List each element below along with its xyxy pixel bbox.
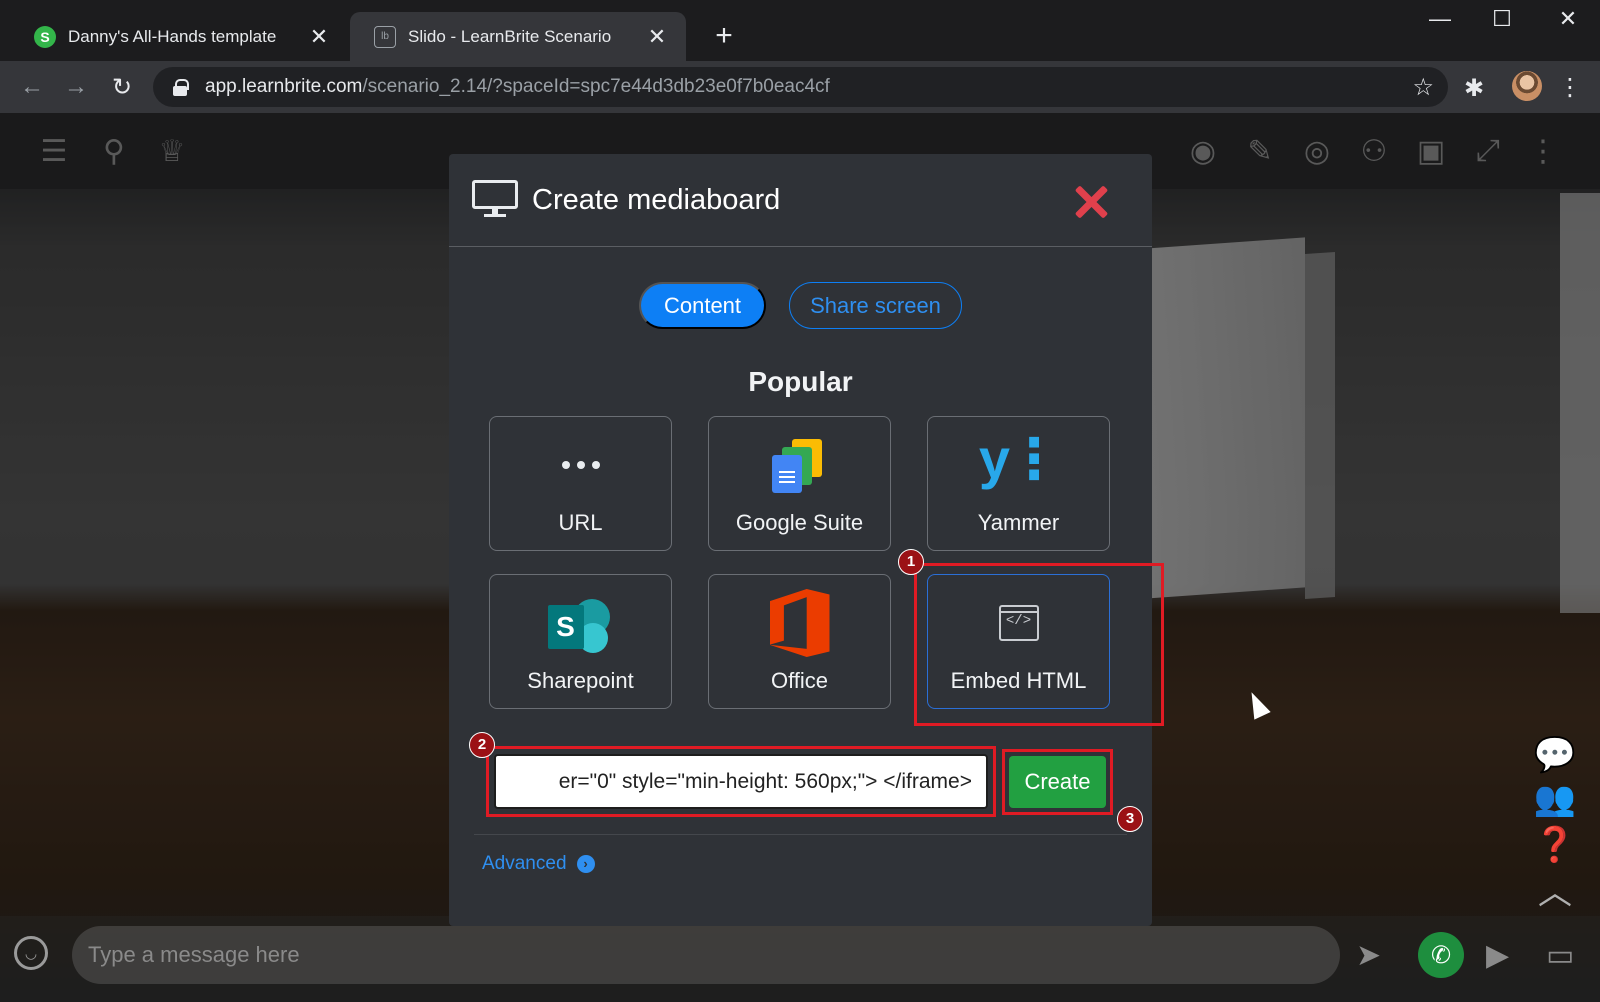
bookmark-star-icon[interactable]: ☆	[1412, 73, 1434, 102]
emoji-icon[interactable]: ◡	[14, 936, 48, 970]
reload-icon[interactable]: ↻	[104, 69, 140, 105]
annotation-badge-1: 1	[898, 549, 924, 575]
video-camera-icon[interactable]: ▶	[1486, 930, 1509, 980]
tile-office[interactable]: Office	[708, 574, 891, 709]
tab-share-screen[interactable]: Share screen	[789, 282, 962, 329]
sharepoint-icon: S	[547, 597, 614, 657]
forward-arrow-icon[interactable]: →	[58, 69, 94, 105]
tile-label: Office	[770, 668, 829, 693]
tab-content[interactable]: Content	[639, 282, 766, 329]
annotation-badge-3: 3	[1117, 806, 1143, 832]
tile-url[interactable]: URL	[489, 416, 672, 551]
tab-slido-learnbrite[interactable]: lb Slido - LearnBrite Scenario ✕	[350, 12, 686, 61]
extensions-puzzle-icon[interactable]: ✱	[1464, 74, 1484, 103]
office-icon	[769, 589, 830, 657]
yammer-icon: y⋮	[978, 427, 1062, 490]
tile-label: Sharepoint	[527, 668, 634, 693]
tab-close-icon[interactable]: ✕	[646, 24, 668, 50]
minimize-button[interactable]: —	[1420, 6, 1460, 32]
window-close-button[interactable]: ✕	[1548, 6, 1588, 32]
maximize-button[interactable]: ☐	[1482, 6, 1522, 32]
back-arrow-icon[interactable]: ←	[14, 69, 50, 105]
address-bar[interactable]: app.learnbrite.com/scenario_2.14/?spaceI…	[153, 67, 1448, 107]
chevron-up-icon[interactable]: ︿	[1530, 865, 1580, 912]
learnbrite-favicon-icon: lb	[374, 25, 396, 48]
tab-title: Danny's All-Hands template	[68, 26, 277, 46]
section-title: Popular	[748, 366, 853, 397]
google-suite-icon	[770, 439, 830, 495]
advanced-link[interactable]: Advanced ›	[482, 853, 595, 875]
annotation-box-2	[486, 746, 996, 817]
monitor-icon	[472, 180, 518, 217]
slido-favicon-icon: S	[34, 25, 56, 48]
learnbrite-scene: ☰ ⚲ ♕ ◉ ✎ ◎ ⚇ ▣ ⤢ ⋮ 💬 👥 ❓ ︿ ◡ ➤ ✆ ▶ ▭ Cr…	[0, 113, 1600, 1002]
chat-bar: ◡ ➤ ✆ ▶ ▭	[0, 916, 1600, 1002]
url-text: app.learnbrite.com/scenario_2.14/?spaceI…	[205, 76, 830, 97]
tab-title: Slido - LearnBrite Scenario	[408, 26, 612, 46]
create-mediaboard-dialog: Create mediaboard Content Share screen P…	[449, 154, 1164, 926]
tile-label: URL	[558, 510, 603, 535]
browser-menu-icon[interactable]: ⋮	[1558, 73, 1582, 102]
screen-share-icon[interactable]: ▭	[1546, 930, 1574, 980]
lock-icon	[173, 79, 189, 96]
advanced-label: Advanced	[482, 853, 567, 874]
tile-google-suite[interactable]: Google Suite	[708, 416, 891, 551]
participants-icon[interactable]: 👥	[1530, 779, 1580, 823]
profile-avatar[interactable]	[1512, 71, 1542, 101]
close-icon[interactable]	[1073, 184, 1109, 220]
browser-tabstrip: S Danny's All-Hands template ✕ lb Slido …	[0, 0, 1600, 61]
send-icon[interactable]: ➤	[1356, 930, 1381, 980]
chevron-right-icon: ›	[576, 855, 595, 873]
tab-close-icon[interactable]: ✕	[308, 24, 330, 50]
tile-yammer[interactable]: y⋮ Yammer	[927, 416, 1110, 551]
divider	[474, 834, 1127, 835]
annotation-box-1	[914, 563, 1164, 726]
new-tab-button[interactable]: +	[706, 18, 742, 54]
dialog-title: Create mediaboard	[532, 184, 781, 216]
chat-message-input[interactable]	[72, 926, 1340, 984]
dots-icon	[561, 461, 600, 469]
phone-call-button[interactable]: ✆	[1418, 932, 1464, 978]
tab-dannys-all-hands[interactable]: S Danny's All-Hands template ✕	[10, 12, 348, 61]
tile-sharepoint[interactable]: S Sharepoint	[489, 574, 672, 709]
tile-label: Yammer	[977, 510, 1060, 535]
annotation-box-3	[1002, 749, 1113, 815]
browser-toolbar: ← → ↻ app.learnbrite.com/scenario_2.14/?…	[0, 61, 1600, 113]
help-question-icon[interactable]: ❓	[1530, 825, 1580, 869]
dialog-header: Create mediaboard	[449, 154, 1152, 247]
annotation-badge-2: 2	[469, 732, 495, 758]
chat-bubble-icon[interactable]: 💬	[1530, 735, 1580, 779]
tile-label: Google Suite	[735, 510, 864, 535]
